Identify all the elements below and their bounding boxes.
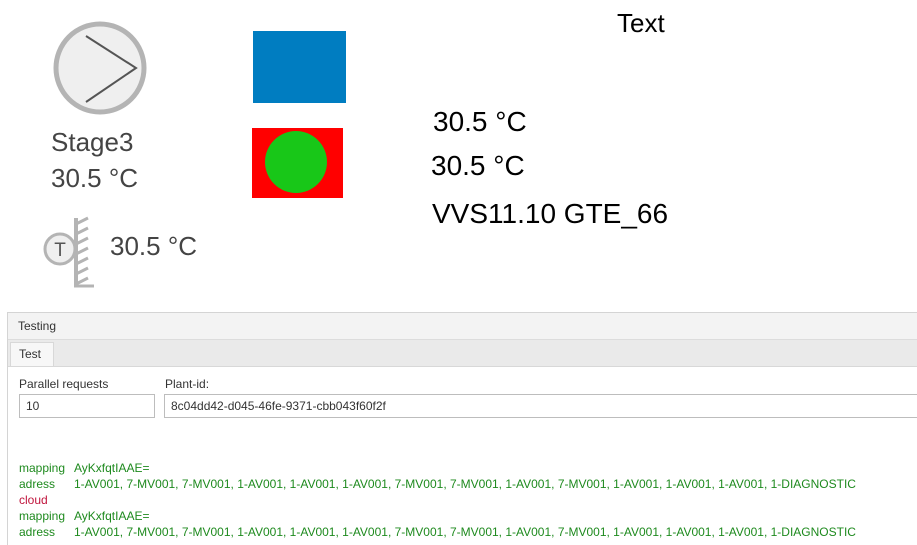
- output-log: mapping AyKxfqtIAAE= adress 1-AV001, 7-MV0…: [19, 461, 917, 541]
- temperature-reading: 30.5 °C: [431, 150, 525, 181]
- log-value: 1-AV001, 7-MV001, 7-MV001, 1-AV001, 1-AV…: [74, 477, 856, 491]
- log-line: adress 1-AV001, 7-MV001, 7-MV001, 1-AV001…: [19, 525, 917, 541]
- sensor-temperature: 30.5 °C: [110, 231, 198, 261]
- testing-panel: Testing Test Parallel requests Plant-id:…: [7, 312, 917, 545]
- stage-temperature: 30.5 °C: [51, 163, 139, 193]
- log-key: cloud: [19, 493, 48, 507]
- stage-label: Stage3: [51, 127, 134, 157]
- tab-bar: Test: [8, 340, 917, 367]
- plant-id-input[interactable]: [164, 394, 917, 418]
- log-line: adress 1-AV001, 7-MV001, 7-MV001, 1-AV001…: [19, 477, 917, 493]
- log-value: 1-AV001, 7-MV001, 7-MV001, 1-AV001, 1-AV…: [74, 525, 856, 539]
- status-indicator[interactable]: [252, 128, 343, 198]
- blue-block[interactable]: [253, 31, 346, 103]
- sensor-letter: T: [54, 240, 66, 261]
- temperature-reading: 30.5 °C: [433, 106, 527, 137]
- pump-icon[interactable]: [52, 20, 148, 116]
- log-line: cloud: [19, 493, 917, 509]
- equipment-label: VVS11.10 GTE_66: [432, 198, 669, 229]
- log-line: mapping AyKxfqtIAAE=: [19, 509, 917, 525]
- log-line: mapping AyKxfqtIAAE=: [19, 461, 917, 477]
- temperature-sensor-icon[interactable]: T: [40, 216, 96, 288]
- log-key: adress: [19, 477, 56, 491]
- log-key: mapping: [19, 509, 66, 523]
- parallel-requests-label: Parallel requests: [19, 377, 109, 391]
- panel-header: Testing: [8, 313, 917, 340]
- log-key: adress: [19, 525, 56, 539]
- log-value: AyKxfqtIAAE=: [74, 461, 150, 475]
- text-label: Text: [617, 8, 665, 38]
- parallel-requests-input[interactable]: [19, 394, 155, 418]
- panel-title: Testing: [18, 319, 57, 333]
- log-value: AyKxfqtIAAE=: [74, 509, 150, 523]
- tab-test[interactable]: Test: [10, 342, 54, 366]
- plant-id-label: Plant-id:: [165, 377, 210, 391]
- log-key: mapping: [19, 461, 66, 475]
